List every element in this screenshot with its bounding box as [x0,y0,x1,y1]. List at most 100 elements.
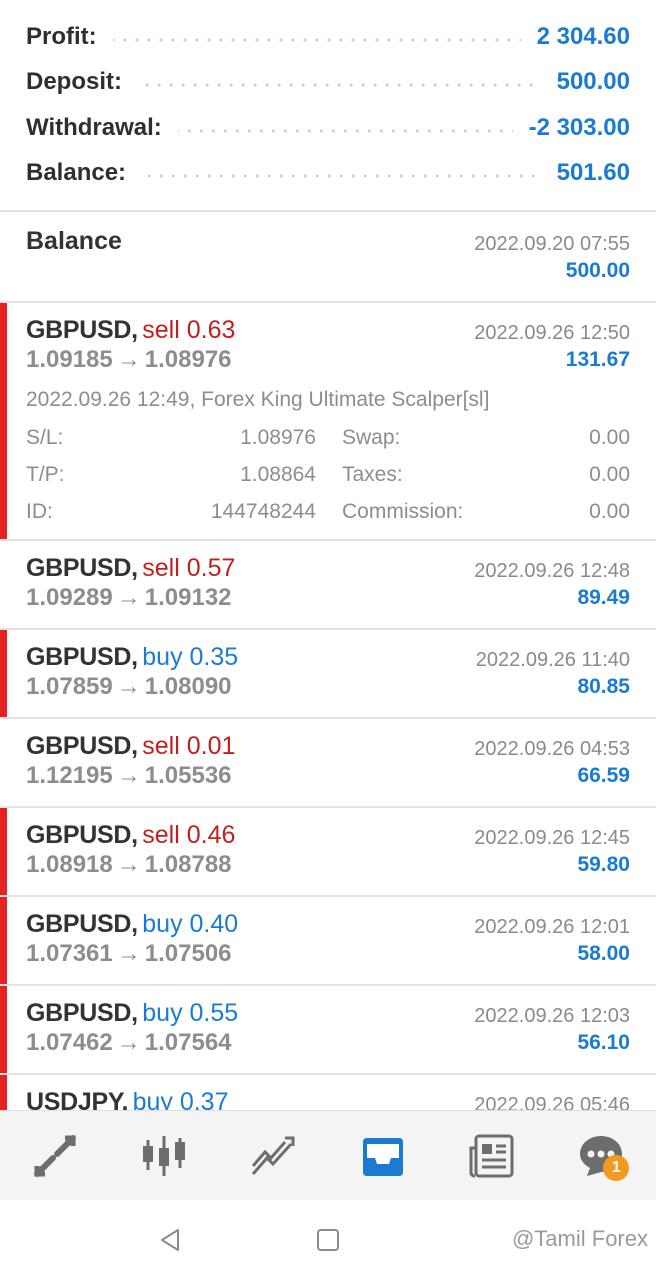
arrow-right-icon: → [116,940,141,967]
history-list[interactable]: Balance 2022.09.20 07:55 500.00 GBPUSD, … [0,212,656,1110]
quotes-candles-icon [142,1135,185,1176]
trade-prices: 1.07462 → 1.07564 [26,1029,232,1057]
trade-direction: sell 0.63 [142,316,236,344]
summary-deposit-row: Deposit: 500.00 [26,60,630,106]
close-price: 1.09132 [144,584,232,611]
trade-profit: 59.80 [577,853,630,876]
dotted-leader [142,174,541,179]
trade-symbol: GBPUSD, [26,732,138,760]
open-price: 1.09185 [26,346,113,373]
account-summary: Profit: 2 304.60 Deposit: 500.00 Withdra… [0,0,656,212]
trade-symbol: GBPUSD, [26,999,138,1027]
trade-time: 2022.09.26 05:46 [474,1094,630,1110]
dotted-leader [138,83,541,88]
swap-value: 0.00 [589,426,630,449]
open-price: 1.12195 [26,762,113,789]
trade-time: 2022.09.26 12:50 [474,322,630,344]
arrow-right-icon: → [116,584,141,611]
history-inbox-icon [362,1137,403,1176]
trade-entry[interactable]: GBPUSD, sell 0.57 2022.09.26 12:48 1.092… [0,541,656,630]
nav-news[interactable] [452,1121,532,1191]
taxes-label: Taxes: [342,463,403,486]
trade-direction: buy 0.55 [142,999,239,1027]
trade-prices: 1.07859 → 1.08090 [26,673,232,701]
arrow-right-icon: → [116,851,141,878]
arrow-right-icon: → [116,673,141,700]
trade-profit: 131.67 [565,348,630,371]
trade-entry[interactable]: USDJPY, buy 0.37 2022.09.26 05:46 [0,1075,656,1110]
trade-entry[interactable]: GBPUSD, buy 0.40 2022.09.26 12:01 1.0736… [0,897,656,986]
trade-icon [33,1134,76,1177]
nav-chat[interactable]: 1 [561,1121,641,1191]
trade-symbol: GBPUSD, [26,643,138,671]
balance-entry-title: Balance [26,227,122,255]
trade-entry[interactable]: GBPUSD, sell 0.46 2022.09.26 12:45 1.089… [0,808,656,897]
trade-details: 2022.09.26 12:49, Forex King Ultimate Sc… [26,375,630,530]
home-icon[interactable] [316,1228,340,1252]
nav-trade[interactable] [15,1121,95,1191]
watermark: @Tamil Forex [511,1226,648,1251]
trade-symbol: GBPUSD, [26,316,138,344]
close-price: 1.08090 [144,673,232,700]
summary-label: Deposit: [26,68,122,96]
trade-direction: buy 0.40 [142,910,239,938]
trade-direction: sell 0.57 [142,554,236,582]
trade-time: 2022.09.26 12:48 [474,560,630,582]
close-price: 1.05536 [144,762,232,789]
sl-label: S/L: [26,426,64,449]
trade-symbol: GBPUSD, [26,910,138,938]
taxes-value: 0.00 [589,463,630,486]
chat-badge: 1 [603,1154,630,1181]
nav-history[interactable] [343,1121,423,1191]
id-label: ID: [26,500,53,523]
summary-value: 500.00 [556,68,630,96]
trade-direction: buy 0.37 [132,1088,229,1110]
open-price: 1.07462 [26,1029,113,1056]
trade-entry[interactable]: GBPUSD, sell 0.01 2022.09.26 04:53 1.121… [0,719,656,808]
sl-value: 1.08976 [240,426,316,449]
trade-prices: 1.09185 → 1.08976 [26,346,232,374]
bottom-navigation: 1 [0,1110,656,1200]
trade-profit: 66.59 [577,764,630,787]
summary-label: Withdrawal: [26,113,162,141]
arrow-right-icon: → [116,762,141,789]
trade-entry[interactable]: GBPUSD, sell 0.63 2022.09.26 12:50 1.091… [0,303,656,541]
back-icon[interactable] [158,1228,182,1252]
entry-time: 2022.09.20 07:55 [474,233,630,255]
trade-prices: 1.08918 → 1.08788 [26,851,232,879]
trade-prices: 1.09289 → 1.09132 [26,584,232,612]
trade-symbol: GBPUSD, [26,554,138,582]
trade-direction: buy 0.35 [142,643,239,671]
balance-entry[interactable]: Balance 2022.09.20 07:55 500.00 [0,212,656,303]
trade-entry[interactable]: GBPUSD, buy 0.55 2022.09.26 12:03 1.0746… [0,986,656,1075]
tp-label: T/P: [26,463,65,486]
nav-chart[interactable] [233,1121,313,1191]
dotted-leader [112,37,521,42]
trade-prices: 1.07361 → 1.07506 [26,940,232,968]
summary-value: 501.60 [556,159,630,187]
news-icon [469,1134,514,1177]
summary-value: -2 303.00 [528,113,630,141]
system-navigation-bar: @Tamil Forex [0,1200,656,1280]
trade-time: 2022.09.26 11:40 [475,649,630,671]
nav-quotes[interactable] [124,1121,204,1191]
open-price: 1.07859 [26,673,113,700]
arrow-right-icon: → [116,346,141,373]
trade-prices: 1.12195 → 1.05536 [26,762,232,790]
commission-value: 0.00 [589,500,630,523]
commission-label: Commission: [342,500,464,523]
arrow-right-icon: → [116,1029,141,1056]
summary-label: Balance: [26,159,127,187]
open-price: 1.09289 [26,584,113,611]
open-price: 1.07361 [26,940,113,967]
trade-entry[interactable]: GBPUSD, buy 0.35 2022.09.26 11:40 1.0785… [0,630,656,719]
close-price: 1.07564 [144,1029,232,1056]
trade-comment: 2022.09.26 12:49, Forex King Ultimate Sc… [26,388,490,411]
id-value: 144748244 [210,500,316,523]
swap-label: Swap: [342,426,401,449]
close-price: 1.07506 [144,940,232,967]
trade-time: 2022.09.26 12:45 [474,827,630,849]
tp-value: 1.08864 [240,463,316,486]
trade-symbol: USDJPY, [26,1088,129,1110]
dotted-leader [177,128,513,133]
